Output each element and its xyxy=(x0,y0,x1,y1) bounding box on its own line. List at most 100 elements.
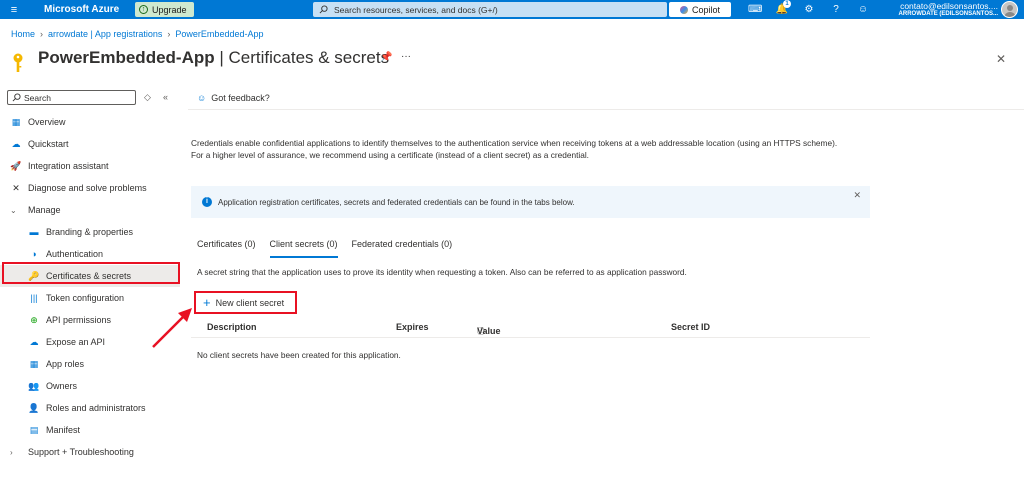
empty-table-message: No client secrets have been created for … xyxy=(197,350,401,360)
copilot-label: Copilot xyxy=(691,4,720,15)
feedback-icon[interactable]: ☺ xyxy=(856,3,870,16)
sidebar-item-integration-assistant[interactable]: 🚀 Integration assistant xyxy=(0,155,180,177)
manifest-icon: ▤ xyxy=(29,424,39,435)
secrets-table-header: Description Expires Value ⓘ Secret ID xyxy=(191,318,870,338)
column-header-secret-id: Secret ID xyxy=(671,322,711,332)
notification-badge: 1 xyxy=(783,0,791,8)
copilot-icon xyxy=(679,5,688,14)
tab-description: A secret string that the application use… xyxy=(197,267,687,277)
settings-gear-icon[interactable]: ⚙ xyxy=(802,3,816,16)
owners-icon: 👥 xyxy=(28,380,40,391)
sidebar-item-owners[interactable]: 👥 Owners xyxy=(0,375,180,397)
sidebar-item-label: API permissions xyxy=(46,315,112,325)
tab-client-secrets[interactable]: Client secrets (0) xyxy=(264,239,344,258)
breadcrumb: Home › arrowdate | App registrations › P… xyxy=(11,29,263,39)
filter-icon[interactable]: ◇ xyxy=(144,92,151,103)
overview-icon: ▦ xyxy=(11,116,21,127)
app-roles-icon: ▦ xyxy=(29,358,39,369)
feedback-button[interactable]: ☺ Got feedback? xyxy=(197,93,270,103)
feedback-label: Got feedback? xyxy=(211,93,270,103)
page-title-separator: | xyxy=(214,48,229,67)
global-search-placeholder: Search resources, services, and docs (G+… xyxy=(334,4,498,15)
upgrade-icon: ↑ xyxy=(139,5,148,14)
more-options-icon[interactable]: ··· xyxy=(401,51,411,62)
sidebar-item-label: Branding & properties xyxy=(46,227,134,237)
sidebar-item-label: Support + Troubleshooting xyxy=(28,447,134,457)
close-icon[interactable]: ✕ xyxy=(996,52,1006,66)
column-header-description: Description xyxy=(207,322,257,332)
sidebar-item-quickstart[interactable]: ☁ Quickstart xyxy=(0,133,180,155)
sidebar-item-diagnose[interactable]: ✕ Diagnose and solve problems xyxy=(0,177,180,199)
chevron-right-icon: › xyxy=(40,29,44,39)
new-client-secret-label: New client secret xyxy=(215,297,285,308)
api-permissions-icon: ⊕ xyxy=(30,314,38,325)
cloud-shell-icon[interactable]: ⌨ xyxy=(748,3,762,16)
user-tenant: ARROWDATE (EDILSONSANTOS... xyxy=(898,11,998,17)
sidebar-item-label: Owners xyxy=(46,381,78,391)
sidebar-item-manifest[interactable]: ▤ Manifest xyxy=(0,419,180,441)
chevron-right-icon: › xyxy=(10,447,13,457)
breadcrumb-home[interactable]: Home xyxy=(11,29,35,39)
close-icon[interactable]: ✕ xyxy=(853,190,861,201)
key-icon xyxy=(13,53,23,72)
sidebar-item-label: Diagnose and solve problems xyxy=(28,183,147,193)
page-title: PowerEmbedded-App | Certificates & secre… xyxy=(38,48,389,68)
sidebar-item-label: Overview xyxy=(28,117,66,127)
collapse-menu-icon[interactable]: « xyxy=(163,92,168,102)
sidebar-item-label: Quickstart xyxy=(28,139,69,149)
sidebar-item-roles-administrators[interactable]: 👤 Roles and administrators xyxy=(0,397,180,419)
credential-tabs: Certificates (0) Client secrets (0) Fede… xyxy=(191,239,460,258)
upgrade-label: Upgrade xyxy=(152,4,187,15)
info-icon[interactable]: ⓘ xyxy=(477,326,485,337)
feedback-icon: ☺ xyxy=(197,93,207,103)
breadcrumb-app-registrations[interactable]: arrowdate | App registrations xyxy=(48,29,162,39)
avatar[interactable] xyxy=(1001,1,1018,18)
sidebar-item-label: Manifest xyxy=(46,425,81,435)
highlight-box-nav xyxy=(2,262,180,284)
search-icon xyxy=(12,93,21,102)
plus-icon: + xyxy=(203,294,211,310)
pin-icon[interactable]: 📌 xyxy=(380,52,392,63)
wrench-icon: ✕ xyxy=(12,182,20,193)
upgrade-button[interactable]: ↑ Upgrade xyxy=(135,2,194,17)
tab-certificates[interactable]: Certificates (0) xyxy=(191,239,262,255)
sidebar-item-overview[interactable]: ▦ Overview xyxy=(0,111,180,133)
rocket-icon: 🚀 xyxy=(10,160,22,171)
copilot-button[interactable]: Copilot xyxy=(669,2,731,17)
chevron-right-icon: › xyxy=(167,29,171,39)
hamburger-menu-icon[interactable]: ≡ xyxy=(0,4,28,16)
sidebar-item-label: Token configuration xyxy=(46,293,125,303)
authentication-icon: ◑ xyxy=(31,249,37,259)
chevron-down-icon: ⌄ xyxy=(10,205,17,215)
global-search-input[interactable]: Search resources, services, and docs (G+… xyxy=(313,2,667,17)
sidebar-item-app-roles[interactable]: ▦ App roles xyxy=(0,353,180,375)
sidebar-item-label: Manage xyxy=(28,205,61,215)
intro-text: Credentials enable confidential applicat… xyxy=(191,138,838,160)
divider xyxy=(188,109,1024,110)
account-info[interactable]: contato@edilsonsantos.... ARROWDATE (EDI… xyxy=(888,1,998,17)
sidebar-item-label: App roles xyxy=(46,359,85,369)
user-email: contato@edilsonsantos.... xyxy=(900,1,998,11)
cloud-icon: ☁ xyxy=(29,336,39,347)
sidebar-group-support[interactable]: › Support + Troubleshooting xyxy=(0,441,180,463)
left-nav: ▦ Overview ☁ Quickstart 🚀 Integration as… xyxy=(0,111,180,463)
sidebar-group-manage[interactable]: ⌄ Manage xyxy=(0,199,180,221)
sidebar-item-branding[interactable]: ▬ Branding & properties xyxy=(0,221,180,243)
tab-federated-credentials[interactable]: Federated credentials (0) xyxy=(346,239,459,255)
branding-icon: ▬ xyxy=(29,227,39,237)
breadcrumb-app[interactable]: PowerEmbedded-App xyxy=(175,29,263,39)
info-icon: i xyxy=(202,197,212,207)
sidebar-item-label: Integration assistant xyxy=(28,161,109,171)
info-banner: i Application registration certificates,… xyxy=(191,186,870,218)
column-header-expires: Expires xyxy=(396,322,429,332)
page-title-app: PowerEmbedded-App xyxy=(38,48,215,67)
sidebar-item-label: Expose an API xyxy=(46,337,106,347)
new-client-secret-button[interactable]: + New client secret xyxy=(194,291,297,314)
nav-search-input[interactable]: Search xyxy=(7,90,136,105)
search-icon xyxy=(319,5,328,14)
brand-label[interactable]: Microsoft Azure xyxy=(44,4,120,15)
quickstart-icon: ☁ xyxy=(11,138,21,149)
info-banner-text: Application registration certificates, s… xyxy=(218,197,575,207)
help-icon[interactable]: ? xyxy=(829,3,843,16)
roles-icon: 👤 xyxy=(28,402,40,413)
